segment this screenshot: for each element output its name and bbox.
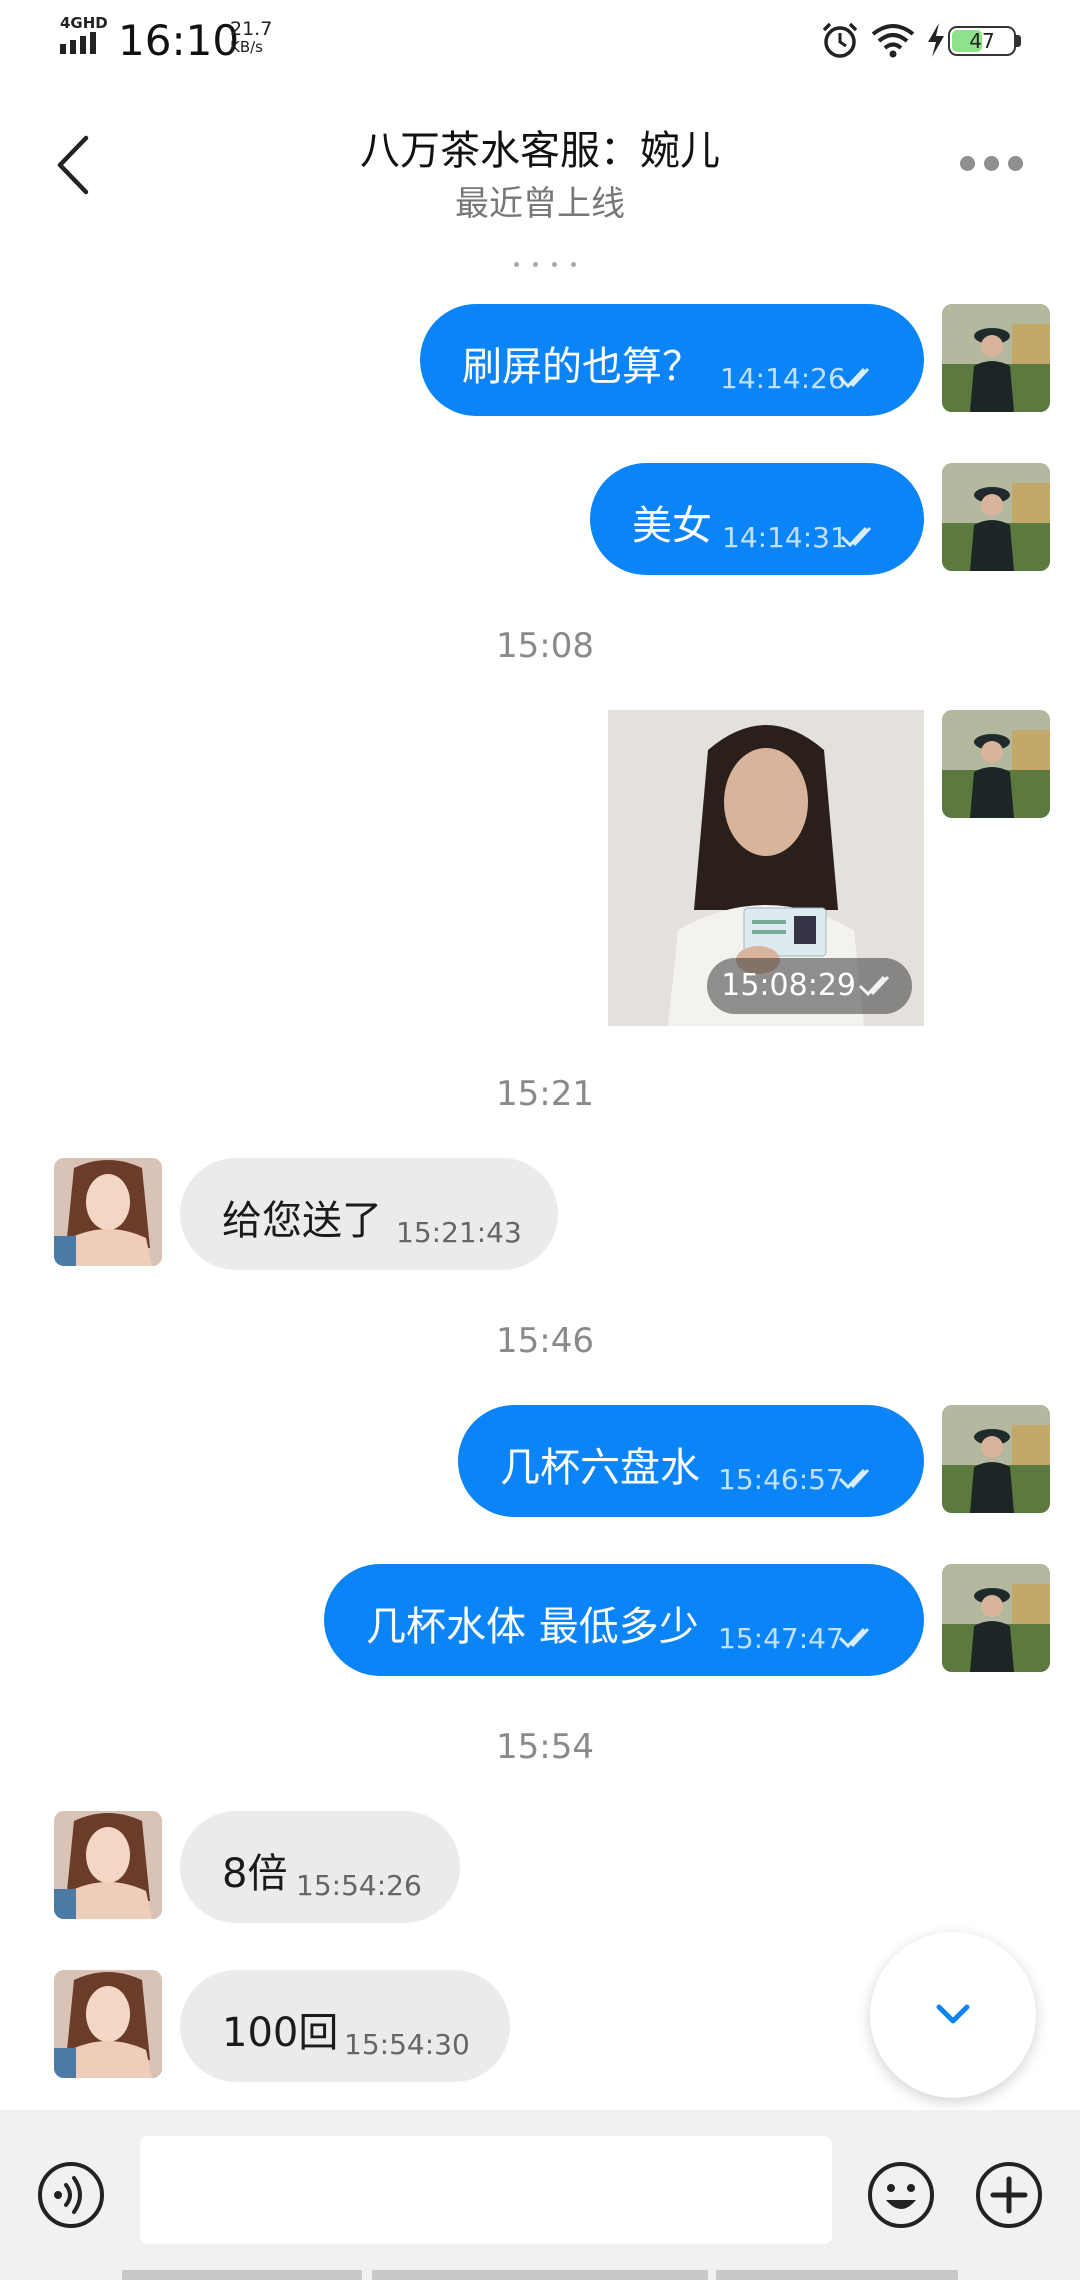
message-text: 美女 <box>632 503 712 549</box>
message-bubble[interactable]: 刷屏的也算？ 14:14:26 <box>420 304 924 416</box>
message-time: 15:46:57 <box>718 1463 844 1496</box>
message-time: 14:14:26 <box>720 362 846 395</box>
message-time: 15:54:30 <box>344 2028 470 2061</box>
nav-hint-bar <box>372 2270 708 2280</box>
message-time: 15:54:26 <box>296 1869 422 1902</box>
message-bubble[interactable]: 几杯六盘水 15:46:57 <box>458 1405 924 1517</box>
message-time: 15:08:29 <box>721 968 856 1003</box>
message-time: 15:47:47 <box>718 1622 844 1655</box>
message-bubble[interactable]: 给您送了 15:21:43 <box>180 1158 558 1270</box>
message-text: 8倍 <box>222 1851 288 1897</box>
scroll-to-bottom-button[interactable] <box>870 1932 1036 2098</box>
emoji-icon[interactable] <box>866 2160 936 2230</box>
image-time: 15:08:29 <box>707 958 912 1014</box>
image-message[interactable]: 15:08:29 <box>608 710 924 1026</box>
nav-hint-bar <box>716 2270 958 2280</box>
message-time: 15:21:43 <box>396 1216 522 1249</box>
message-text: 给您送了 <box>222 1198 382 1244</box>
message-input[interactable] <box>140 2136 832 2244</box>
message-text: 几杯水体 最低多少 <box>366 1604 699 1650</box>
message-time: 14:14:31 <box>722 521 848 554</box>
message-bubble[interactable]: 几杯水体 最低多少 15:47:47 <box>324 1564 924 1676</box>
my-avatar[interactable] <box>942 710 1050 818</box>
read-checkmarks-icon <box>858 975 890 997</box>
message-text: 100回 <box>222 2010 339 2056</box>
message-list[interactable]: 刷屏的也算？ 14:14:26 美女 14:14:31 15:08 15:08:… <box>0 0 1080 2110</box>
message-bubble[interactable]: 美女 14:14:31 <box>590 463 924 575</box>
my-avatar[interactable] <box>942 463 1050 571</box>
read-checkmarks-icon <box>838 1627 870 1649</box>
message-text: 刷屏的也算？ <box>462 344 702 390</box>
contact-avatar[interactable] <box>54 1158 162 1266</box>
message-bubble[interactable]: 8倍 15:54:26 <box>180 1811 460 1923</box>
chat-screen: 4GHD 16:10 21.7 KB/s 47 八万茶水客服：婉儿 最近曾上线 … <box>0 0 1080 2280</box>
time-separator: 15:08 <box>496 626 594 666</box>
time-separator: 15:46 <box>496 1321 594 1361</box>
chevron-down-icon <box>936 2004 970 2024</box>
contact-avatar[interactable] <box>54 1970 162 2078</box>
contact-avatar[interactable] <box>54 1811 162 1919</box>
read-checkmarks-icon <box>840 526 872 548</box>
voice-icon[interactable] <box>36 2160 106 2230</box>
nav-hint-bar <box>122 2270 362 2280</box>
message-text: 几杯六盘水 <box>500 1445 700 1491</box>
my-avatar[interactable] <box>942 1405 1050 1513</box>
input-bar <box>0 2110 1080 2280</box>
my-avatar[interactable] <box>942 304 1050 412</box>
read-checkmarks-icon <box>838 367 870 389</box>
time-separator: 15:54 <box>496 1727 594 1767</box>
plus-icon[interactable] <box>974 2160 1044 2230</box>
my-avatar[interactable] <box>942 1564 1050 1672</box>
message-bubble[interactable]: 100回 15:54:30 <box>180 1970 510 2082</box>
time-separator: 15:21 <box>496 1074 594 1114</box>
read-checkmarks-icon <box>838 1468 870 1490</box>
